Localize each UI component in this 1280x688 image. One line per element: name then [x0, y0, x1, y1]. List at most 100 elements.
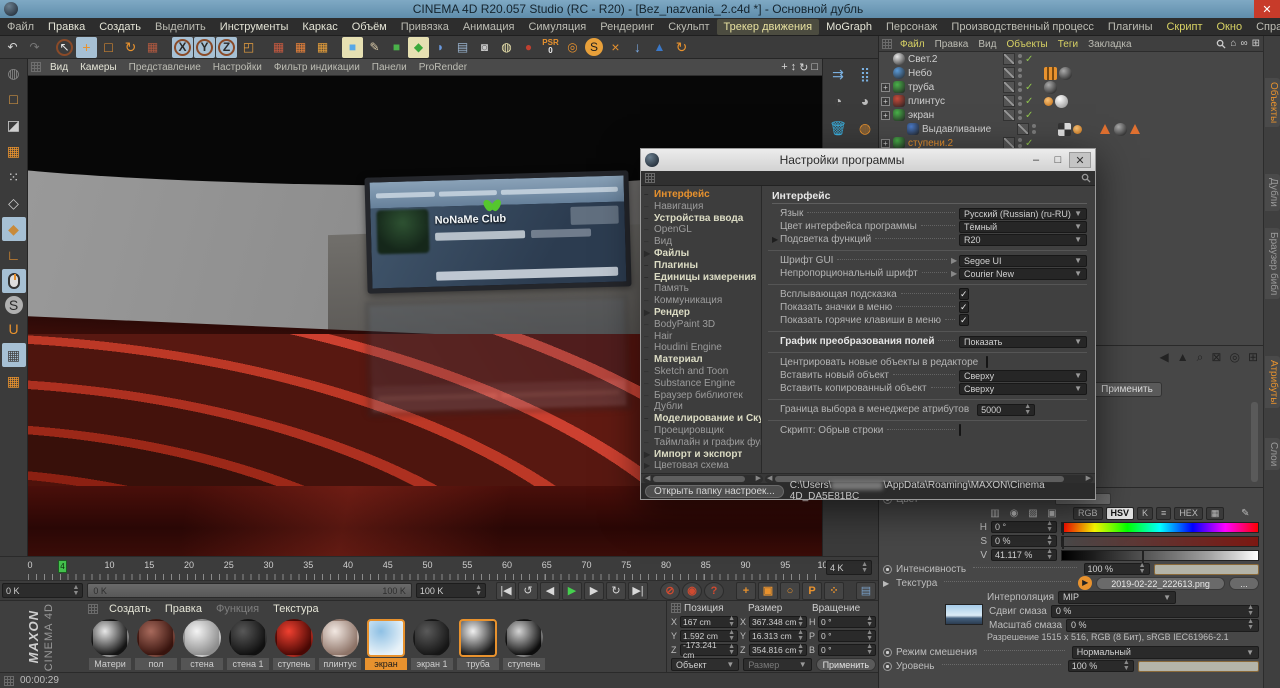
object-row[interactable]: +экран✓ — [879, 108, 1263, 122]
attr-search-icon[interactable]: ⌕ — [1197, 350, 1204, 365]
menu-item[interactable]: Текстура — [266, 601, 325, 617]
expand-toggle[interactable]: + — [881, 111, 890, 120]
y-axis-lock-icon[interactable]: Y — [194, 37, 215, 58]
polygons-mode-icon[interactable]: ◆ — [2, 217, 26, 241]
settings-category[interactable]: –BodyPaint 3D — [644, 319, 761, 331]
attr-lock-icon[interactable]: ⊠ — [1211, 350, 1221, 365]
eyedropper-icon[interactable]: ✎ — [1237, 507, 1253, 520]
texture-browse-button[interactable]: ... — [1229, 577, 1259, 590]
row-expand-arrow[interactable]: ▶ — [772, 235, 780, 244]
scale-tool-icon[interactable]: □ — [98, 37, 119, 58]
range-start-input[interactable]: 0 K▲▼ — [2, 583, 83, 598]
form-dropdown[interactable]: Тёмный▼ — [959, 221, 1087, 233]
value-input[interactable]: 41.117 %▲▼ — [991, 549, 1057, 561]
render-view-icon[interactable]: ▦ — [268, 37, 289, 58]
panel-tab-Дубли[interactable]: Дубли — [1265, 174, 1280, 211]
drag-handle[interactable] — [882, 39, 892, 49]
sphere-points-2-icon[interactable]: ◕ — [852, 88, 878, 114]
floor-icon[interactable]: ▤ — [452, 37, 473, 58]
om-addtab-icon[interactable]: ⊞ — [1252, 38, 1260, 49]
maximize-view-icon[interactable]: □ — [811, 61, 818, 74]
object-enable-toggle[interactable] — [1003, 53, 1015, 65]
move-tool-icon[interactable]: + — [76, 37, 97, 58]
menu-item[interactable]: Плагины — [1101, 19, 1160, 35]
dialog-search-icon[interactable] — [1081, 173, 1091, 183]
menu-item[interactable]: Камеры — [74, 61, 123, 74]
camera-icon[interactable]: ◙ — [474, 37, 495, 58]
settings-category[interactable]: –Hair — [644, 331, 761, 343]
form-checkbox[interactable]: ✓ — [959, 288, 969, 300]
settings-category[interactable]: –Память — [644, 283, 761, 295]
mode-▦[interactable]: ▦ — [1206, 507, 1225, 520]
form-number-input[interactable]: 5000▲▼ — [977, 404, 1035, 416]
open-prefs-folder-button[interactable]: Открыть папку настроек... — [645, 485, 784, 498]
magnet-icon[interactable]: U — [2, 317, 26, 341]
menu-item[interactable]: Производственный процесс — [944, 19, 1100, 35]
record-parameter-toggle[interactable]: P — [802, 582, 822, 600]
object-enable-toggle[interactable] — [1003, 67, 1015, 79]
timeline-ruler[interactable]: 0510152025303540455055606570758085909510… — [0, 556, 878, 580]
pan-view-icon[interactable]: + — [781, 61, 787, 74]
object-enable-toggle[interactable] — [1003, 81, 1015, 93]
value-bar[interactable] — [1061, 550, 1259, 561]
object-enable-toggle[interactable] — [1003, 109, 1015, 121]
menu-item[interactable]: Выделить — [148, 19, 213, 35]
material-item[interactable]: труба — [456, 619, 500, 670]
visibility-dots[interactable] — [1018, 110, 1022, 120]
settings-category[interactable]: –Единицы измерения — [644, 272, 761, 284]
om-search-icon[interactable] — [1216, 39, 1226, 49]
menu-item[interactable]: Вид — [973, 38, 1001, 51]
points-convert-icon[interactable]: ⇉ — [825, 61, 851, 87]
weight-sphere-icon[interactable]: ◍ — [852, 115, 878, 141]
recycle-icon[interactable]: ↻ — [671, 37, 692, 58]
settings-category[interactable]: –Браузер библиотек — [644, 390, 761, 402]
form-dropdown[interactable]: Courier New▼ — [959, 268, 1087, 280]
form-checkbox[interactable]: ✓ — [959, 301, 969, 313]
viewport-nav-icons[interactable]: +↕↻□ — [781, 61, 822, 74]
points-matrix-icon[interactable]: ⣿ — [852, 61, 878, 87]
select-tool-icon[interactable]: ↖ — [54, 37, 75, 58]
menu-item[interactable]: Трекер движения — [717, 19, 820, 35]
next-frame-button[interactable]: ▶ — [584, 582, 604, 600]
redo-icon[interactable]: ↷ — [24, 37, 45, 58]
object-name[interactable]: плинтус — [908, 96, 1000, 107]
expand-toggle[interactable]: + — [881, 139, 890, 148]
material-item[interactable]: экран 1 — [410, 619, 454, 670]
points-mode-icon[interactable]: ⁙ — [2, 165, 26, 189]
object-row[interactable]: Свет.2✓ — [879, 52, 1263, 66]
om-home-icon[interactable]: ⌂ — [1230, 38, 1236, 49]
object-name[interactable]: ступени.2 — [908, 138, 1000, 149]
form-dropdown[interactable]: Сверху▼ — [959, 383, 1087, 395]
menu-item[interactable]: Фильтр индикации — [268, 61, 366, 74]
range-end-input[interactable]: 100 K▲▼ — [416, 583, 486, 598]
psr[interactable]: PSR0 — [540, 37, 561, 58]
menu-item[interactable]: Файл — [895, 38, 930, 51]
menu-item[interactable]: Анимация — [456, 19, 522, 35]
menu-item[interactable]: Функция — [209, 601, 266, 617]
settings-category[interactable]: ▶Импорт и экспорт — [644, 449, 761, 461]
texture-file-button[interactable]: 2019-02-22_222613.png — [1096, 577, 1225, 590]
menu-item[interactable]: Скрипт — [1159, 19, 1209, 35]
form-dropdown[interactable]: Показать▼ — [959, 336, 1087, 348]
intensity-input[interactable]: 100 %▲▼ — [1084, 563, 1150, 575]
material-item[interactable]: стена — [180, 619, 224, 670]
range-slider[interactable]: 0 K100 K — [87, 583, 411, 598]
dialog-title-bar[interactable]: Настройки программы – □ ✕ — [641, 149, 1095, 171]
target-icon[interactable]: ◎ — [562, 37, 583, 58]
drop-icon[interactable]: ↓ — [627, 37, 648, 58]
axis-mode-icon[interactable]: ∟ — [2, 243, 26, 267]
menu-item[interactable]: Представление — [123, 61, 207, 74]
dot-tag-icon[interactable] — [1073, 125, 1082, 134]
model-mode-icon[interactable]: □ — [2, 87, 26, 111]
play-backward-button[interactable]: ↺ — [518, 582, 538, 600]
solo-icon[interactable]: S — [585, 38, 603, 56]
settings-category[interactable]: –Интерфейс — [644, 189, 761, 201]
object-name[interactable]: Свет.2 — [908, 54, 1000, 65]
form-dropdown[interactable]: R20▼ — [959, 234, 1087, 246]
settings-category[interactable]: –Таймлайн и график функций — [644, 437, 761, 449]
visibility-dots[interactable] — [1018, 96, 1022, 106]
object-row[interactable]: +плинтус✓ — [879, 94, 1263, 108]
object-name[interactable]: экран — [908, 110, 1000, 121]
drag-handle[interactable] — [31, 62, 41, 72]
bend-icon[interactable]: ◗ — [430, 37, 451, 58]
